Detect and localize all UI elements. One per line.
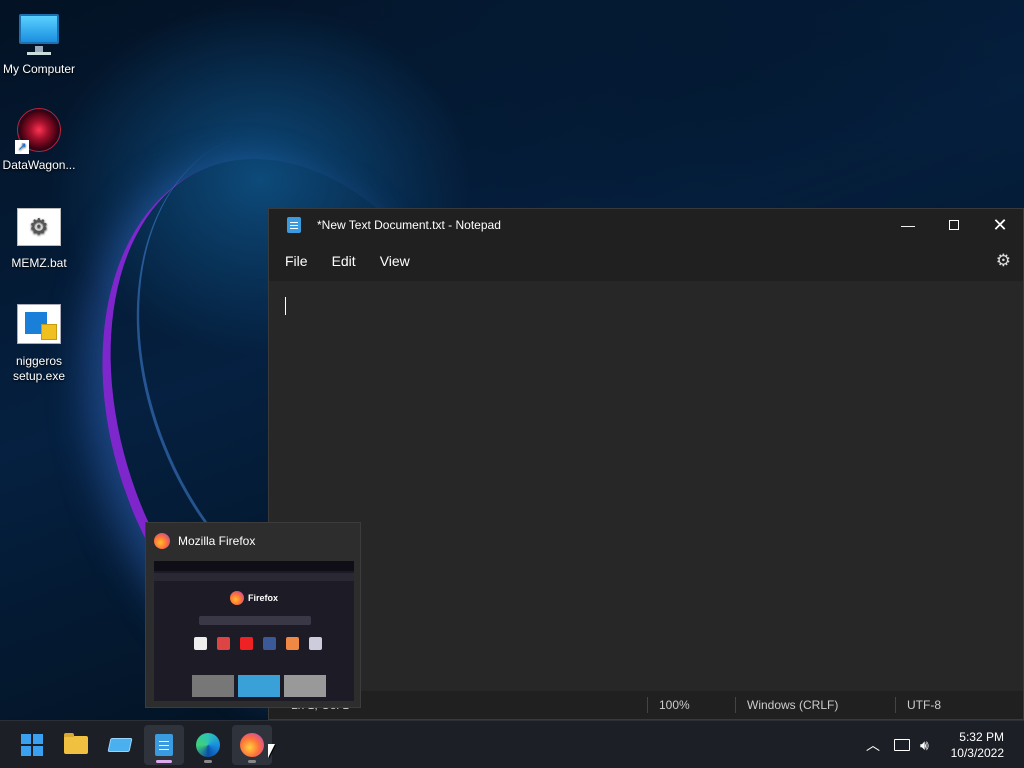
setup-exe-icon xyxy=(15,302,63,350)
drive-icon xyxy=(107,738,133,752)
network-button[interactable] xyxy=(894,721,910,768)
notepad-window[interactable]: *New Text Document.txt - Notepad — ✕ Fil… xyxy=(268,208,1024,720)
window-title: *New Text Document.txt - Notepad xyxy=(317,218,501,232)
start-button[interactable] xyxy=(12,725,52,765)
menu-view[interactable]: View xyxy=(368,245,422,277)
preview-recommended xyxy=(192,675,326,697)
desktop-icon-datawagon[interactable]: ↗ DataWagon... xyxy=(0,106,78,173)
running-indicator xyxy=(248,760,256,763)
text-editor[interactable] xyxy=(269,281,1023,691)
taskbar-file-explorer[interactable] xyxy=(56,725,96,765)
menu-file[interactable]: File xyxy=(273,245,320,277)
volume-button[interactable]: 🔊︎ xyxy=(920,721,929,768)
status-zoom: 100% xyxy=(659,698,690,712)
firefox-icon xyxy=(154,533,170,549)
taskbar-edge[interactable] xyxy=(188,725,228,765)
windows-logo-icon xyxy=(21,734,43,756)
active-indicator xyxy=(156,760,172,763)
taskbar-firefox[interactable] xyxy=(232,725,272,765)
mouse-cursor-icon xyxy=(268,744,275,758)
edge-icon xyxy=(196,733,220,757)
firefox-brand: Firefox xyxy=(230,591,278,605)
menu-bar: File Edit View ⚙ xyxy=(269,241,1023,281)
taskbar: ︿ 🔊︎ 5:32 PM 10/3/2022 xyxy=(0,720,1024,768)
shortcut-arrow-icon: ↗ xyxy=(15,140,29,154)
running-indicator xyxy=(204,760,212,763)
firefox-icon xyxy=(240,733,264,757)
maximize-icon xyxy=(949,220,959,230)
minimize-button[interactable]: — xyxy=(885,209,931,241)
tray-overflow-button[interactable]: ︿ xyxy=(866,721,880,768)
status-line-ending: Windows (CRLF) xyxy=(747,698,839,712)
status-encoding: UTF-8 xyxy=(907,698,941,712)
clock-time: 5:32 PM xyxy=(959,730,1004,744)
clock-date: 10/3/2022 xyxy=(950,746,1004,760)
close-button[interactable]: ✕ xyxy=(977,209,1023,241)
chevron-up-icon: ︿ xyxy=(866,737,880,753)
preview-title: Mozilla Firefox xyxy=(178,534,256,548)
desktop-icon-my-computer[interactable]: My Computer xyxy=(0,10,78,77)
system-clock[interactable]: 5:32 PM 10/3/2022 xyxy=(951,729,1004,761)
desktop-icon-label: MEMZ.bat xyxy=(11,256,67,270)
notepad-icon xyxy=(287,217,301,233)
minimize-icon: — xyxy=(901,217,915,233)
preview-search-bar xyxy=(199,616,311,625)
firefox-taskbar-preview[interactable]: Mozilla Firefox Firefox xyxy=(145,522,361,708)
computer-icon xyxy=(15,10,63,58)
preview-shortcut-tiles xyxy=(194,637,322,650)
desktop-icon-label: niggeros setup.exe xyxy=(12,354,66,383)
maximize-button[interactable] xyxy=(931,209,977,241)
close-icon: ✕ xyxy=(992,214,1008,235)
text-caret xyxy=(285,297,286,315)
volume-icon: 🔊︎ xyxy=(920,736,929,753)
desktop-icon-memz[interactable]: ⚙ MEMZ.bat xyxy=(0,204,78,271)
taskbar-drive[interactable] xyxy=(100,725,140,765)
desktop-icon-label: DataWagon... xyxy=(2,158,76,172)
window-titlebar[interactable]: *New Text Document.txt - Notepad — ✕ xyxy=(269,209,1023,241)
folder-icon xyxy=(64,733,88,754)
settings-icon[interactable]: ⚙ xyxy=(996,251,1011,271)
desktop-icon-setup[interactable]: niggeros setup.exe xyxy=(0,302,78,384)
notepad-icon xyxy=(155,734,173,756)
status-bar: Ln 1, Col 1 100% Windows (CRLF) UTF-8 xyxy=(269,691,1023,719)
batch-file-icon: ⚙ xyxy=(15,204,63,252)
datawagon-icon: ↗ xyxy=(15,106,63,154)
network-icon xyxy=(894,739,910,751)
taskbar-notepad[interactable] xyxy=(144,725,184,765)
menu-edit[interactable]: Edit xyxy=(320,245,368,277)
preview-thumbnail[interactable]: Firefox xyxy=(154,561,354,701)
desktop-icon-label: My Computer xyxy=(2,62,76,76)
firefox-logo-icon xyxy=(230,591,244,605)
